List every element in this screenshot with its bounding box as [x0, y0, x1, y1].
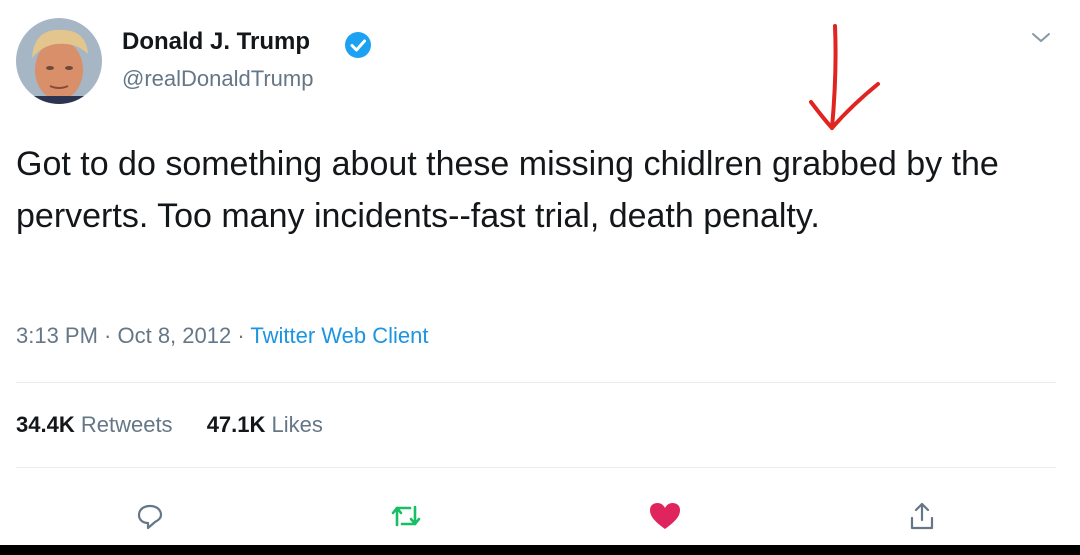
like-button[interactable] — [645, 496, 685, 536]
reply-icon — [137, 504, 163, 530]
tweet-meta: 3:13 PM · Oct 8, 2012 · Twitter Web Clie… — [16, 323, 428, 349]
avatar[interactable] — [16, 18, 102, 104]
likes-stat[interactable]: 47.1K Likes — [207, 412, 323, 437]
red-arrow-annotation-icon — [809, 24, 880, 130]
likes-label: Likes — [271, 412, 323, 437]
share-icon — [910, 502, 934, 530]
chevron-down-icon[interactable] — [1030, 30, 1052, 46]
retweets-count: 34.4K — [16, 412, 75, 437]
retweet-icon — [391, 505, 421, 527]
share-button[interactable] — [902, 496, 942, 536]
heart-icon — [650, 503, 680, 529]
tweet-client-link[interactable]: Twitter Web Client — [250, 323, 428, 348]
retweets-label: Retweets — [80, 412, 173, 437]
author-name[interactable]: Donald J. Trump — [122, 28, 310, 56]
bottom-bar — [0, 545, 1080, 555]
likes-count: 47.1K — [206, 412, 266, 437]
tweet-stats: 34.4K Retweets 47.1K Likes — [16, 412, 323, 438]
divider — [16, 382, 1056, 383]
author-handle[interactable]: @realDonaldTrump — [122, 66, 313, 92]
tweet-text: Got to do something about these missing … — [16, 145, 999, 235]
divider — [16, 467, 1056, 468]
verified-badge-icon — [345, 32, 371, 58]
retweet-button[interactable] — [386, 496, 426, 536]
retweets-stat[interactable]: 34.4K Retweets — [16, 412, 173, 437]
tweet-timestamp[interactable]: 3:13 PM · Oct 8, 2012 · — [16, 323, 250, 348]
tweet-card: Donald J. Trump @realDonaldTrump Got to … — [0, 0, 1080, 545]
reply-button[interactable] — [130, 496, 170, 536]
